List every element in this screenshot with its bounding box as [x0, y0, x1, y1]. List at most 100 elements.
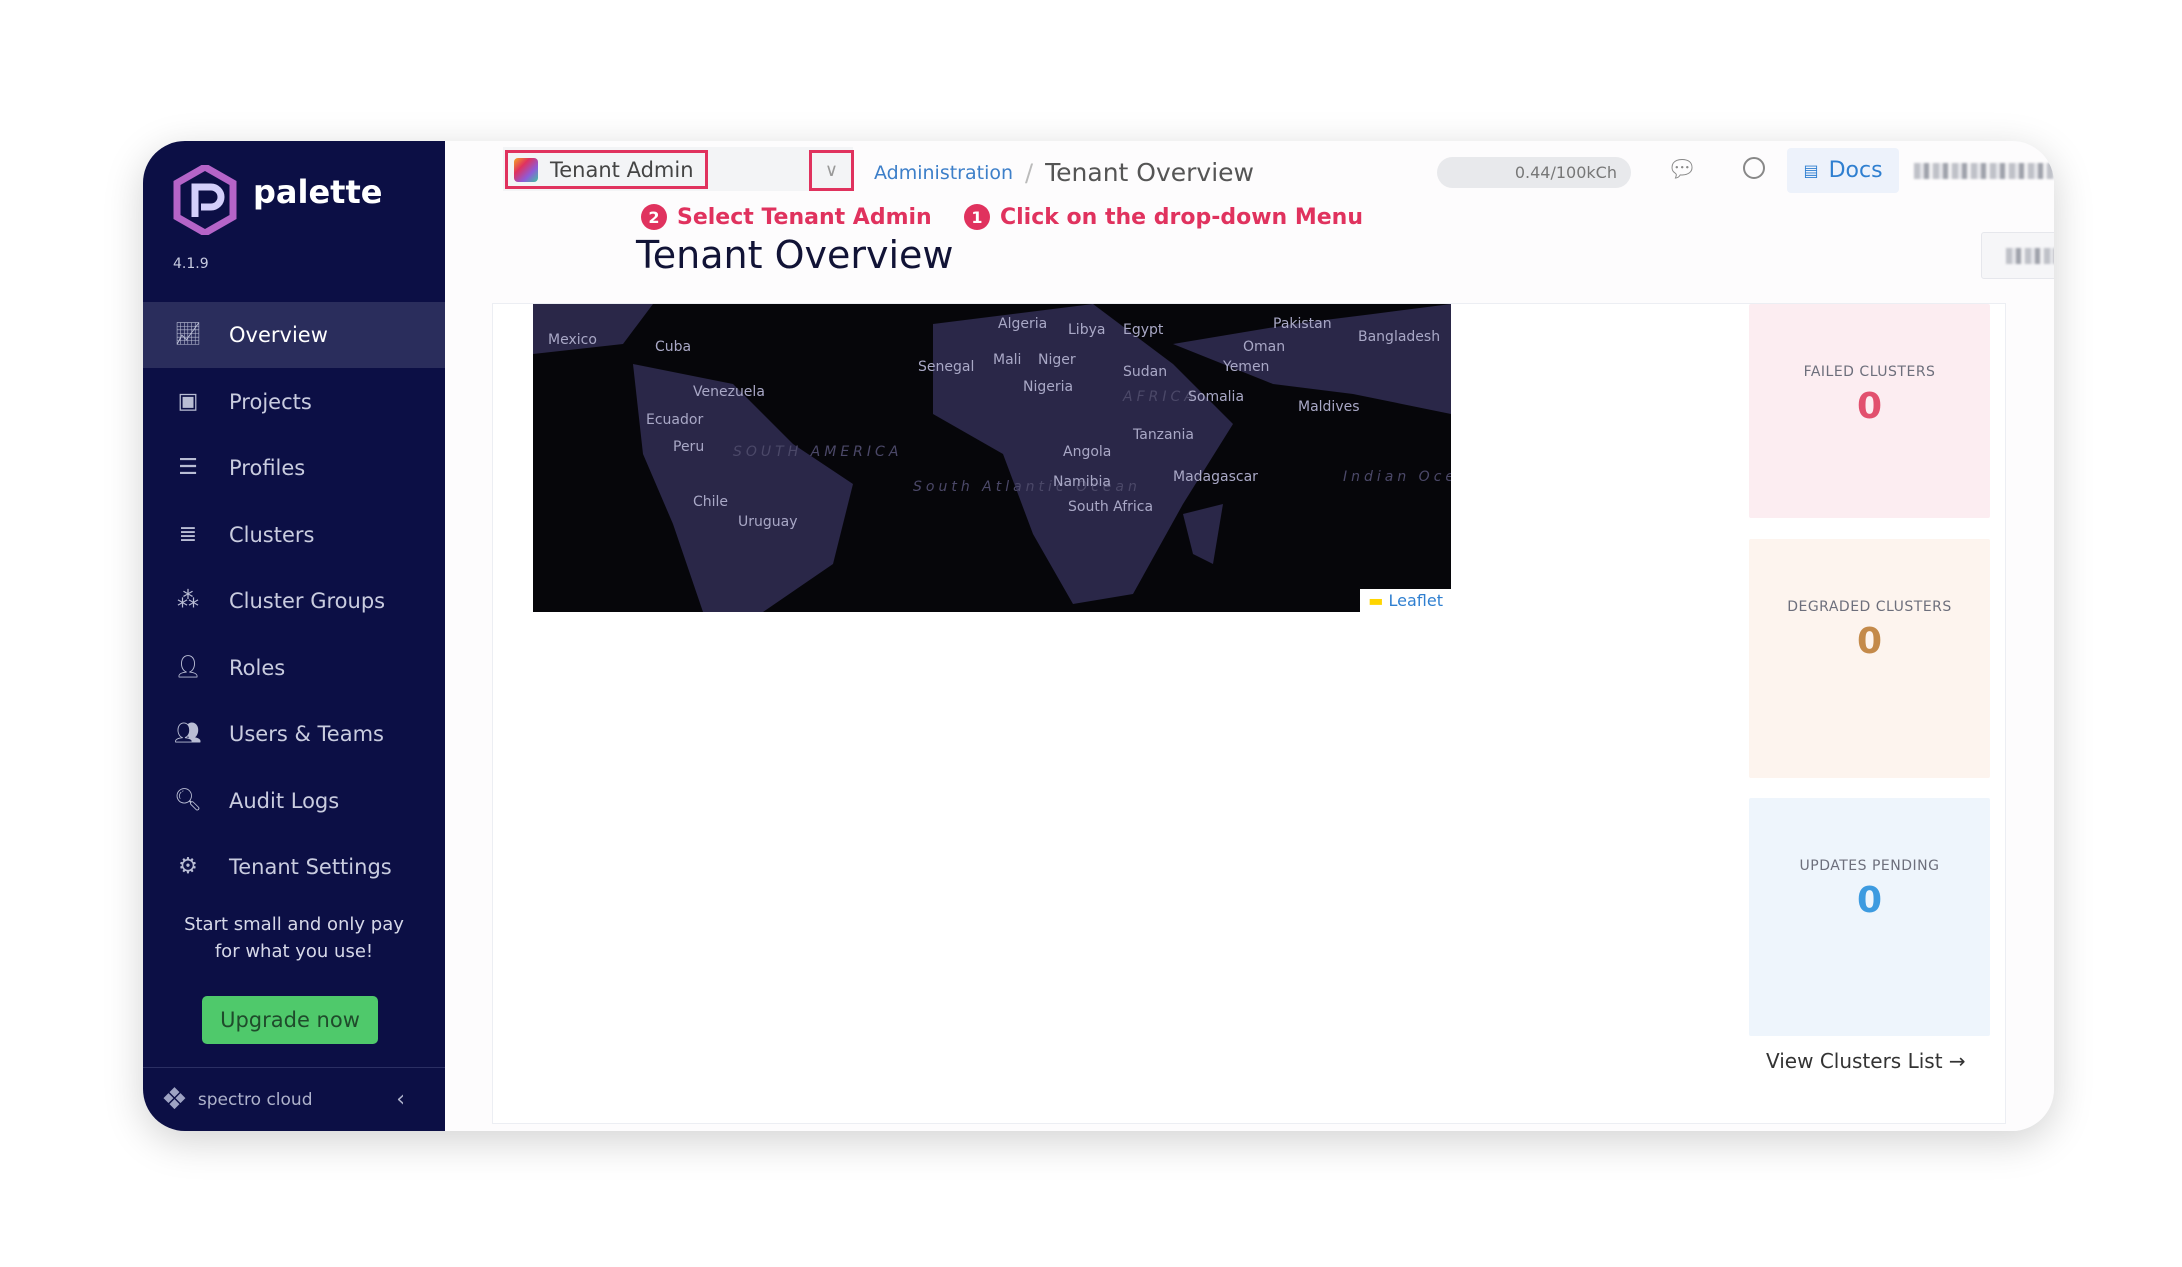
sidebar-item-label: Users & Teams	[229, 722, 384, 746]
sidebar-item-label: Audit Logs	[229, 788, 340, 813]
stat-value: 0	[1856, 621, 1883, 662]
docs-label: Docs	[1828, 158, 1883, 183]
map-label: Mexico	[548, 332, 597, 348]
map-label: Libya	[1068, 322, 1106, 338]
map-label: Angola	[1063, 444, 1112, 460]
map-label: Indian Ocean	[1343, 469, 1451, 485]
chat-icon[interactable]: 💬︎	[1667, 155, 1697, 183]
filter-dropdown[interactable]: ∨	[1981, 232, 2054, 279]
map-label: Sudan	[1123, 364, 1168, 380]
stat-value: 0	[1856, 880, 1883, 921]
tenant-admin-option[interactable]: Tenant Admin	[505, 150, 708, 189]
step-number: 2	[641, 204, 667, 230]
map-label: SOUTH AMERICA	[733, 444, 903, 460]
stat-card-updates-pending[interactable]: UPDATES PENDING 0	[1749, 798, 1990, 1036]
annotation-step-1: 1 Click on the drop-down Menu	[964, 204, 1363, 230]
user-lock-icon: 👤︎	[174, 654, 202, 680]
stat-card-failed-clusters[interactable]: FAILED CLUSTERS 0	[1749, 304, 1990, 518]
chart-line-icon: 📈︎	[174, 322, 202, 347]
docs-button[interactable]: ▤ Docs	[1787, 148, 1899, 193]
map-label: Pakistan	[1273, 316, 1332, 332]
collapse-sidebar-button[interactable]: ‹	[396, 1087, 405, 1112]
sidebar-item-projects[interactable]: ▣ Projects	[143, 369, 445, 435]
sidebar-item-cluster-groups[interactable]: ⁂ Cluster Groups	[143, 568, 445, 634]
stat-card-degraded-clusters[interactable]: DEGRADED CLUSTERS 0	[1749, 539, 1990, 778]
map-label: Yemen	[1223, 359, 1270, 375]
footer-brand: spectro cloud	[197, 1089, 313, 1110]
map-label: Namibia	[1053, 474, 1111, 490]
cluster-map[interactable]: Mexico Cuba Venezuela Ecuador Peru SOUTH AMER…	[533, 304, 1451, 612]
usage-meter: 0.44/100kCh	[1437, 157, 1631, 188]
map-label: Bangladesh	[1358, 329, 1441, 345]
sidebar-item-label: Clusters	[229, 522, 315, 547]
sidebar-item-clusters[interactable]: ≣ Clusters	[143, 502, 445, 568]
attribution-text: Leaflet	[1388, 591, 1443, 610]
annotation-text: Click on the drop-down Menu	[1000, 204, 1363, 230]
annotation-text: Select Tenant Admin	[677, 204, 932, 230]
map-label: Senegal	[918, 359, 975, 375]
sidebar-footer: ❖ spectro cloud ‹	[143, 1067, 445, 1131]
map-label: Uruguay	[738, 514, 798, 530]
stat-label: DEGRADED CLUSTERS	[1787, 599, 1952, 615]
app-window: palette 4.1.9 📈︎ Overview ▣ Projects ☰ Profil…	[143, 141, 2054, 1131]
upgrade-button[interactable]: Upgrade now	[202, 996, 378, 1044]
annotation-step-2: 2 Select Tenant Admin	[641, 204, 932, 230]
map-label: Algeria	[998, 316, 1048, 332]
leaflet-attribution[interactable]: ▬ Leaflet	[1360, 589, 1451, 612]
sidebar-item-label: Tenant Settings	[229, 855, 392, 879]
network-icon: ⁂	[177, 588, 199, 613]
app-version: 4.1.9	[173, 256, 209, 272]
sidebar-item-profiles[interactable]: ☰ Profiles	[143, 435, 445, 501]
map-label: Oman	[1243, 339, 1286, 355]
sidebar: palette 4.1.9 📈︎ Overview ▣ Projects ☰ Profil…	[143, 141, 445, 1131]
breadcrumb-administration[interactable]: Administration	[874, 162, 1013, 184]
map-label: AFRICA	[1123, 389, 1198, 405]
map-label: Mali	[993, 352, 1022, 368]
app-name: palette	[253, 173, 383, 211]
gear-icon: ⚙	[178, 854, 198, 879]
database-icon: ☰	[178, 455, 198, 480]
sidebar-item-tenant-settings[interactable]: ⚙ Tenant Settings	[143, 834, 445, 900]
sidebar-item-audit-logs[interactable]: 🔍︎ Audit Logs	[143, 768, 445, 834]
view-clusters-link[interactable]: View Clusters List →	[1766, 1049, 1966, 1073]
step-number: 1	[964, 204, 990, 230]
map-label: Egypt	[1123, 322, 1164, 338]
map-label: South Africa	[1068, 499, 1154, 515]
sidebar-item-label: Cluster Groups	[229, 589, 386, 613]
server-icon: ≣	[178, 521, 198, 547]
scope-label: Tenant Admin	[550, 157, 694, 182]
map-label: Chile	[693, 494, 729, 510]
map-label: Niger	[1038, 352, 1076, 368]
sidebar-item-roles[interactable]: 👤︎ Roles	[143, 635, 445, 701]
map-label: Ecuador	[646, 412, 704, 428]
palette-logo	[173, 165, 237, 235]
sidebar-item-label: Overview	[229, 323, 328, 347]
book-icon: ▤	[1803, 161, 1819, 180]
file-search-icon: 🔍︎	[174, 787, 202, 813]
compass-icon[interactable]	[1743, 157, 1765, 179]
stat-label: UPDATES PENDING	[1799, 858, 1940, 874]
promo-text: Start small and only pay for what you us…	[184, 914, 404, 962]
sidebar-item-label: Projects	[229, 389, 312, 414]
map-label: Madagascar	[1173, 469, 1258, 485]
tenant-icon	[514, 157, 538, 182]
stat-label: FAILED CLUSTERS	[1803, 364, 1936, 380]
main-area: Tenant Admin ∨ Administration / Tenant O…	[445, 141, 2054, 1131]
map-label: Somalia	[1188, 389, 1245, 405]
breadcrumb: Administration / Tenant Overview	[874, 158, 1254, 187]
stat-value: 0	[1856, 386, 1883, 427]
map-label: Maldives	[1298, 399, 1360, 415]
sidebar-item-overview[interactable]: 📈︎ Overview	[143, 302, 445, 368]
breadcrumb-current: Tenant Overview	[1045, 158, 1254, 187]
map-label: Tanzania	[1133, 427, 1194, 443]
map-label: Venezuela	[693, 384, 765, 400]
map-label: Cuba	[655, 339, 692, 355]
map-label: Nigeria	[1023, 379, 1074, 395]
sidebar-item-users-teams[interactable]: 👥︎ Users & Teams	[143, 701, 445, 767]
users-icon: 👥︎	[174, 721, 202, 746]
scope-dropdown-chevron[interactable]: ∨	[809, 150, 854, 191]
bar-chart-icon: ▣	[177, 388, 199, 414]
sidebar-item-label: Roles	[229, 655, 286, 680]
user-menu[interactable]	[1914, 163, 2054, 179]
spectro-cloud-logo-icon: ❖	[161, 1082, 188, 1117]
